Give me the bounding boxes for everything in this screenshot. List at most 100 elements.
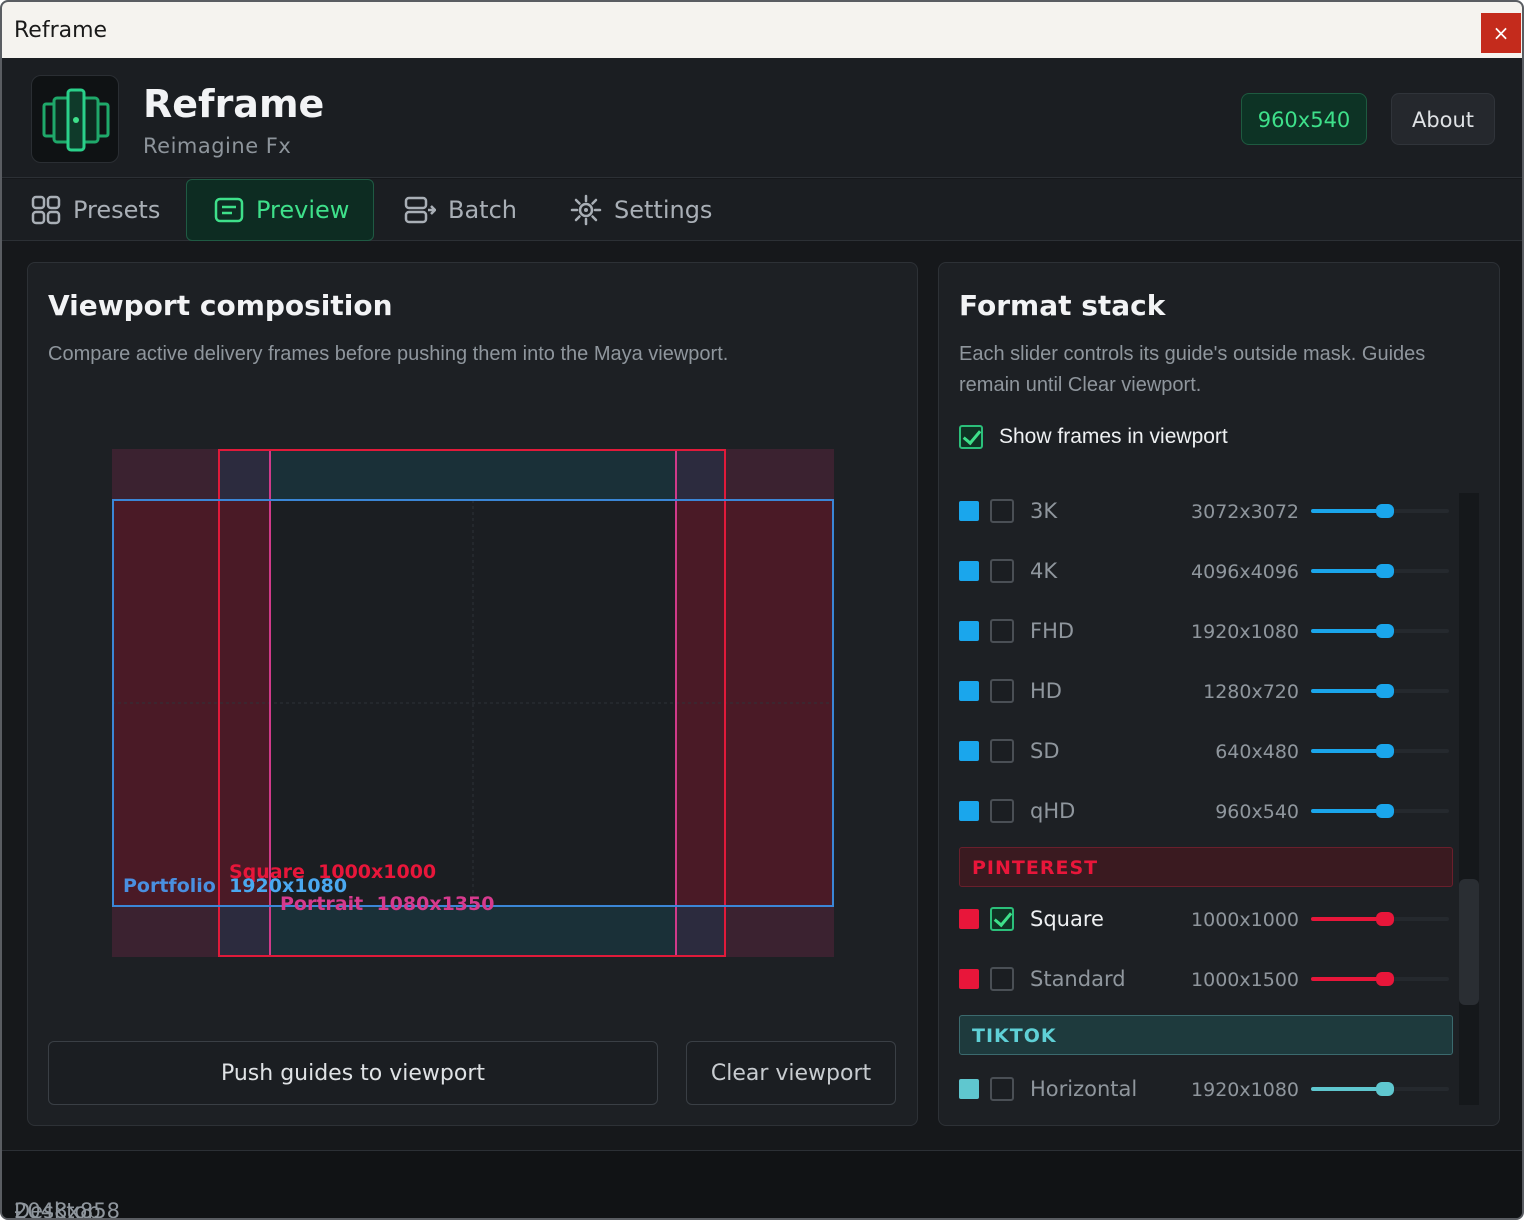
color-swatch[interactable] xyxy=(959,501,979,521)
gear-icon xyxy=(570,194,602,226)
mask-slider[interactable] xyxy=(1311,624,1449,638)
portfolio-frame-name: Portfolio xyxy=(123,875,216,897)
format-name: 3K xyxy=(1030,499,1058,523)
format-resolution: 1280x720 xyxy=(1203,681,1299,703)
mask-slider[interactable] xyxy=(1311,684,1449,698)
tab-presets[interactable]: Presets xyxy=(31,179,160,241)
format-row: qHD 960x540 xyxy=(959,793,1459,833)
mask-slider[interactable] xyxy=(1311,972,1449,986)
scrollbar-thumb[interactable] xyxy=(1459,879,1479,1005)
show-frames-checkbox[interactable] xyxy=(959,425,983,449)
show-frames-label: Show frames in viewport xyxy=(999,425,1228,448)
format-resolution: 1920x1080 xyxy=(1191,621,1299,643)
slider-handle[interactable] xyxy=(1376,564,1394,578)
slider-fill xyxy=(1311,1087,1386,1091)
about-button[interactable]: About xyxy=(1391,93,1495,145)
slider-fill xyxy=(1311,569,1386,573)
color-swatch[interactable] xyxy=(959,1079,979,1099)
status-resolution: 2048x858 xyxy=(14,1199,120,1220)
tab-preview[interactable]: Preview xyxy=(186,179,374,241)
group-header[interactable]: PINTEREST xyxy=(959,847,1453,887)
format-row: 4K 4096x4096 xyxy=(959,553,1459,593)
portrait-frame-name: Portrait xyxy=(280,893,364,915)
app-name: Reframe xyxy=(143,82,325,126)
tab-presets-label: Presets xyxy=(73,196,161,224)
composition-description: Compare active delivery frames before pu… xyxy=(48,343,729,365)
app-header: Reframe Reimagine Fx 960x540 About xyxy=(2,58,1522,178)
mask-slider[interactable] xyxy=(1311,504,1449,518)
format-row: HD 1280x720 xyxy=(959,673,1459,713)
app-window: Reframe × Reframe Reimagine Fx 960x540 A… xyxy=(0,0,1524,1220)
format-resolution: 640x480 xyxy=(1215,741,1299,763)
format-row: Horizontal 1920x1080 xyxy=(959,1071,1459,1105)
slider-fill xyxy=(1311,689,1386,693)
format-name: SD xyxy=(1030,739,1060,763)
color-swatch[interactable] xyxy=(959,741,979,761)
format-checkbox[interactable] xyxy=(990,1077,1014,1101)
mask-slider[interactable] xyxy=(1311,564,1449,578)
slider-fill xyxy=(1311,749,1386,753)
format-checkbox[interactable] xyxy=(990,967,1014,991)
slider-handle[interactable] xyxy=(1376,912,1394,926)
format-list-scrollbar[interactable] xyxy=(1459,493,1479,1105)
preview-icon xyxy=(214,197,244,223)
format-row: Square 1000x1000 xyxy=(959,901,1459,941)
format-name: FHD xyxy=(1030,619,1075,643)
format-resolution: 1000x1000 xyxy=(1191,909,1299,931)
format-checkbox[interactable] xyxy=(990,679,1014,703)
format-resolution: 3072x3072 xyxy=(1191,501,1299,523)
show-frames-toggle[interactable]: Show frames in viewport xyxy=(959,425,1228,449)
tab-preview-label: Preview xyxy=(256,196,350,224)
slider-handle[interactable] xyxy=(1376,684,1394,698)
tab-batch[interactable]: Batch xyxy=(404,179,517,241)
tab-batch-label: Batch xyxy=(448,196,517,224)
title-bar: Reframe × xyxy=(2,2,1522,58)
push-guides-button[interactable]: Push guides to viewport xyxy=(48,1041,658,1105)
grid-icon xyxy=(31,195,61,225)
format-checkbox[interactable] xyxy=(990,559,1014,583)
slider-handle[interactable] xyxy=(1376,624,1394,638)
color-swatch[interactable] xyxy=(959,801,979,821)
format-resolution: 1920x1080 xyxy=(1191,1079,1299,1101)
close-button[interactable]: × xyxy=(1481,13,1521,53)
color-swatch[interactable] xyxy=(959,969,979,989)
reframe-logo-icon xyxy=(31,75,119,163)
format-stack-description: Each slider controls its guide's outside… xyxy=(959,343,1426,396)
format-checkbox[interactable] xyxy=(990,739,1014,763)
slider-fill xyxy=(1311,509,1386,513)
slider-handle[interactable] xyxy=(1376,972,1394,986)
slider-handle[interactable] xyxy=(1376,804,1394,818)
mask-slider[interactable] xyxy=(1311,744,1449,758)
color-swatch[interactable] xyxy=(959,909,979,929)
format-resolution: 960x540 xyxy=(1215,801,1299,823)
color-swatch[interactable] xyxy=(959,561,979,581)
app-subtitle: Reimagine Fx xyxy=(143,134,292,158)
tab-settings[interactable]: Settings xyxy=(570,179,712,241)
format-stack-panel: Format stack Each slider controls its gu… xyxy=(938,262,1500,1126)
composition-title: Viewport composition xyxy=(48,289,393,322)
format-checkbox[interactable] xyxy=(990,799,1014,823)
format-name: Standard xyxy=(1030,967,1126,991)
viewport-composition-panel: Viewport composition Compare active deli… xyxy=(27,262,918,1126)
clear-viewport-button[interactable]: Clear viewport xyxy=(686,1041,896,1105)
color-swatch[interactable] xyxy=(959,621,979,641)
color-swatch[interactable] xyxy=(959,681,979,701)
slider-handle[interactable] xyxy=(1376,744,1394,758)
tab-settings-label: Settings xyxy=(614,196,713,224)
format-row: SD 640x480 xyxy=(959,733,1459,773)
composition-canvas: Square 1000x1000 Portfolio 1920x1080 Por… xyxy=(112,449,834,957)
mask-slider[interactable] xyxy=(1311,912,1449,926)
format-row: Standard 1000x1500 xyxy=(959,961,1459,1001)
resolution-badge[interactable]: 960x540 xyxy=(1241,93,1367,145)
group-header[interactable]: TIKTOK xyxy=(959,1015,1453,1055)
mask-slider[interactable] xyxy=(1311,804,1449,818)
format-checkbox[interactable] xyxy=(990,619,1014,643)
slider-handle[interactable] xyxy=(1376,1082,1394,1096)
slider-handle[interactable] xyxy=(1376,504,1394,518)
format-list: 3K 3072x3072 4K 4096x4096 FHD 1920x1080 HD 1280… xyxy=(939,493,1459,1105)
mask-slider[interactable] xyxy=(1311,1082,1449,1096)
format-checkbox[interactable] xyxy=(990,499,1014,523)
format-checkbox[interactable] xyxy=(990,907,1014,931)
slider-fill xyxy=(1311,977,1386,981)
status-bar: Desktop Cinemascope - 2048x858 xyxy=(2,1150,1522,1220)
